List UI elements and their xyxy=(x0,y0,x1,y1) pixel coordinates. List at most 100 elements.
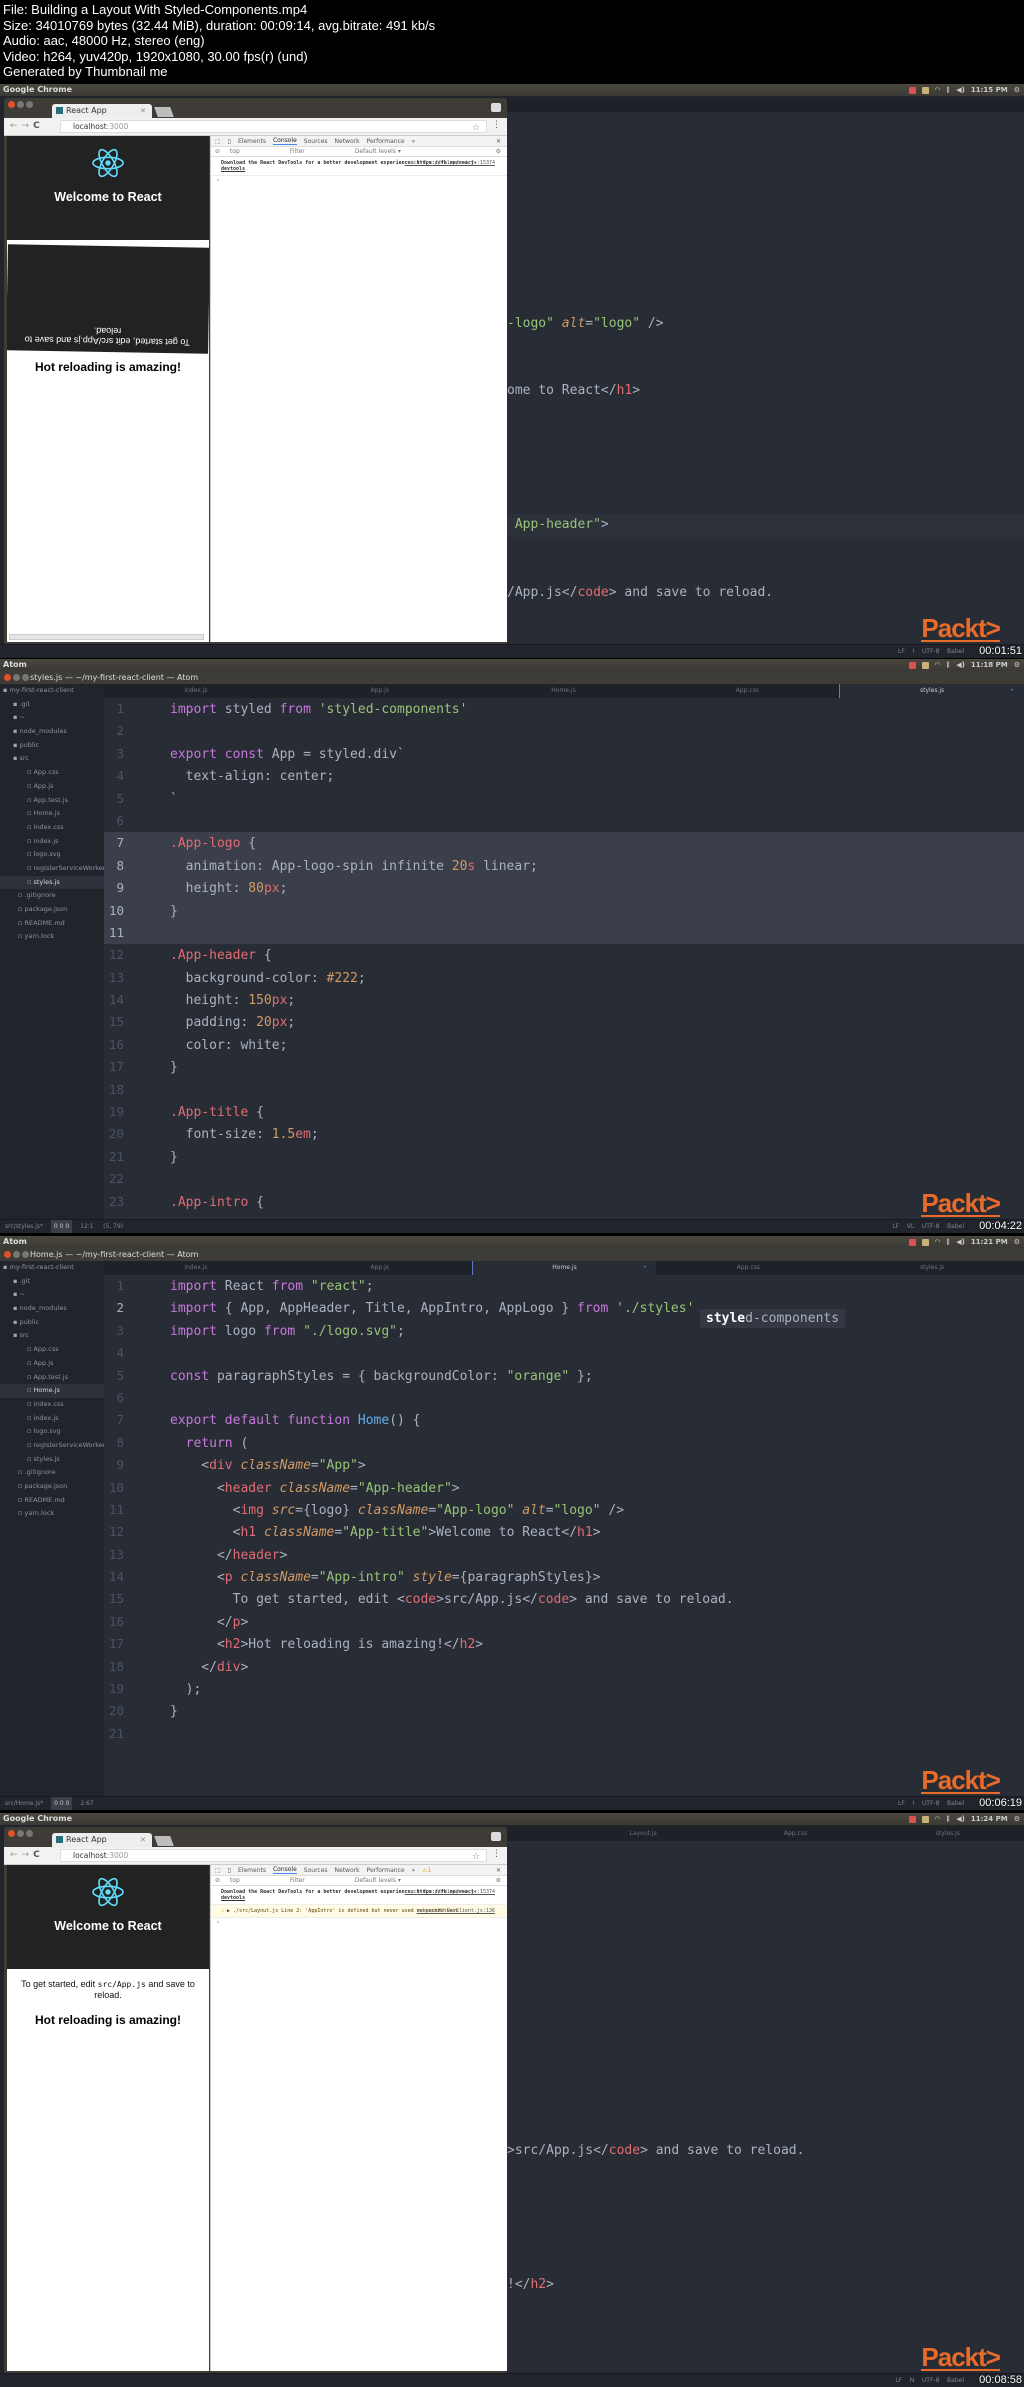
nav-buttons[interactable]: ←→C xyxy=(10,1850,44,1860)
tree-file[interactable]: ▫ Home.js xyxy=(0,1384,104,1398)
tree-folder[interactable]: ▪ ~ xyxy=(0,711,104,725)
devtools-close-icon[interactable]: ✕ xyxy=(496,1867,501,1874)
tree-file[interactable]: ▫ index.js xyxy=(0,835,104,849)
tab-performance[interactable]: Performance xyxy=(367,138,405,145)
settings-gear-icon[interactable]: ⚙ xyxy=(1014,1236,1020,1248)
tree-file[interactable]: ▫ App.js xyxy=(0,780,104,794)
settings-gear-icon[interactable]: ⚙ xyxy=(1014,659,1020,671)
menu-kebab-icon[interactable]: ⋮ xyxy=(492,120,501,130)
clock[interactable]: 11:15 PM xyxy=(971,84,1008,96)
git-status-badge[interactable]: 0 0 0 xyxy=(50,1220,73,1233)
horizontal-scrollbar[interactable] xyxy=(9,634,204,640)
code-editor[interactable]: 1 import React from "react"; 2 import { App… xyxy=(104,1275,1024,1796)
menu-kebab-icon[interactable]: ⋮ xyxy=(492,1849,501,1859)
tab-styles-js[interactable]: styles.js • xyxy=(839,684,1024,698)
code-line[interactable]: 19 ); xyxy=(104,1678,1024,1700)
tree-file[interactable]: ▫ README.md xyxy=(0,1494,104,1508)
volume-icon[interactable]: ◀) xyxy=(956,1236,965,1248)
console-warning[interactable]: ⚠ ▶ ./src/Layout.js Line 2: 'AppIntro' i… xyxy=(211,1905,507,1918)
minimize-window-button[interactable] xyxy=(13,1251,20,1258)
files-icon[interactable] xyxy=(921,661,929,669)
code-line[interactable]: 18 xyxy=(104,1079,1024,1101)
tree-file[interactable]: ▫ package.json xyxy=(0,1480,104,1494)
tree-file[interactable]: ▫ App.test.js xyxy=(0,1371,104,1385)
code-line[interactable]: 1 import React from "react"; xyxy=(104,1275,1024,1297)
code-line[interactable]: 21 xyxy=(104,1723,1024,1745)
tab-console[interactable]: Console xyxy=(272,137,297,145)
tree-file[interactable]: ▫ App.css xyxy=(0,766,104,780)
new-tab-button[interactable] xyxy=(154,107,174,117)
tab-app-css[interactable]: App.css xyxy=(656,1261,840,1275)
code-line[interactable]: 16 color: white; xyxy=(104,1034,1024,1056)
tab-index-js[interactable]: index.js xyxy=(104,684,288,698)
code-line[interactable]: 4 xyxy=(104,1342,1024,1364)
settings-gear-icon[interactable]: ⚙ xyxy=(1014,84,1020,96)
warning-count-badge[interactable]: ⚠1 xyxy=(422,1867,431,1874)
code-line[interactable]: 15 padding: 20px; xyxy=(104,1011,1024,1033)
browser-tab[interactable]: React App ✕ xyxy=(52,104,152,118)
files-icon[interactable] xyxy=(921,1238,929,1246)
close-window-button[interactable] xyxy=(8,1830,15,1837)
code-line[interactable]: 9 <div className="App"> xyxy=(104,1454,1024,1476)
minimize-window-button[interactable] xyxy=(17,101,24,108)
tree-file[interactable]: ▫ index.css xyxy=(0,1398,104,1412)
clear-console-icon[interactable]: ⊘ xyxy=(215,148,220,155)
code-line[interactable]: 10} xyxy=(104,899,1024,922)
code-line[interactable]: 20} xyxy=(104,1700,1024,1722)
files-icon[interactable] xyxy=(921,86,929,94)
tab-index-js[interactable]: index.js xyxy=(104,1261,288,1275)
nav-buttons[interactable]: ←→C xyxy=(10,121,44,131)
tree-file[interactable]: ▫ App.js xyxy=(0,1357,104,1371)
console-settings-icon[interactable]: ⚙ xyxy=(496,1877,501,1884)
tree-file[interactable]: ▫ Home.js xyxy=(0,807,104,821)
tree-file[interactable]: ▫ logo.svg xyxy=(0,1425,104,1439)
code-line[interactable]: 22 xyxy=(104,1168,1024,1190)
url-input[interactable]: localhost:3000 ☆ xyxy=(60,1849,487,1862)
clock[interactable]: 11:18 PM xyxy=(971,659,1008,671)
minimize-window-button[interactable] xyxy=(17,1830,24,1837)
settings-gear-icon[interactable]: ⚙ xyxy=(1014,1813,1020,1825)
tree-file[interactable]: ▫ registerServiceWorker.js xyxy=(0,1439,104,1453)
tree-file[interactable]: ▫ App.test.js xyxy=(0,794,104,808)
code-line[interactable]: 8 animation: App-logo-spin infinite 20s … xyxy=(104,854,1024,878)
bluetooth-icon[interactable]: ᛒ xyxy=(946,84,950,96)
code-line[interactable]: 11 xyxy=(104,921,1024,945)
code-line[interactable]: 10 <header className="App-header"> xyxy=(104,1477,1024,1499)
tab-sources[interactable]: Sources xyxy=(304,138,328,145)
code-line[interactable]: 9 height: 80px; xyxy=(104,877,1024,900)
tree-folder[interactable]: ▪ node_modules xyxy=(0,1302,104,1316)
git-status-badge[interactable]: 0 0 0 xyxy=(51,1797,73,1810)
tree-file[interactable]: ▫ styles.js xyxy=(0,875,104,890)
console-prompt[interactable]: › xyxy=(211,1918,507,1927)
context-select[interactable]: top xyxy=(230,148,240,155)
tree-root[interactable]: ▪ my-first-react-client xyxy=(0,684,104,698)
code-line[interactable]: 3 import logo from "./logo.svg"; xyxy=(104,1320,1024,1342)
files-icon[interactable] xyxy=(921,1815,929,1823)
maximize-window-button[interactable] xyxy=(22,674,29,681)
code-line[interactable]: 6 xyxy=(104,1387,1024,1409)
record-icon[interactable] xyxy=(908,1815,916,1823)
maximize-window-button[interactable] xyxy=(26,101,33,108)
tree-file[interactable]: ▫ logo.svg xyxy=(0,848,104,862)
code-line[interactable]: 2 xyxy=(104,720,1024,742)
code-line[interactable]: 6 xyxy=(104,810,1024,832)
tree-file[interactable]: ▫ package.json xyxy=(0,903,104,917)
status-file[interactable]: src/styles.js* xyxy=(5,1223,43,1230)
clock[interactable]: 11:21 PM xyxy=(971,1236,1008,1248)
bluetooth-icon[interactable]: ᛒ xyxy=(946,659,950,671)
inspect-icon[interactable]: ⬚ xyxy=(215,1867,221,1874)
message-source-link[interactable]: webpackHotDevClient.js:136 xyxy=(417,1908,495,1914)
status-cursor[interactable]: 2:67 xyxy=(80,1800,93,1807)
code-line[interactable]: 13 background-color: #222; xyxy=(104,967,1024,989)
tree-file[interactable]: ▫ README.md xyxy=(0,917,104,931)
console-settings-icon[interactable]: ⚙ xyxy=(496,148,501,155)
tree-folder[interactable]: ▪ src xyxy=(0,752,104,766)
code-line[interactable]: 3 export const App = styled.div` xyxy=(104,743,1024,765)
device-icon[interactable]: ▯ xyxy=(228,138,231,145)
tab-app-css[interactable]: App.css xyxy=(719,1827,871,1841)
log-levels-select[interactable]: Default levels ▾ xyxy=(355,1877,401,1884)
code-line[interactable]: 12 .App-header { xyxy=(104,944,1024,966)
code-line[interactable]: 13 </header> xyxy=(104,1544,1024,1566)
tab-sources[interactable]: Sources xyxy=(304,1867,328,1874)
inspect-icon[interactable]: ⬚ xyxy=(215,138,221,145)
